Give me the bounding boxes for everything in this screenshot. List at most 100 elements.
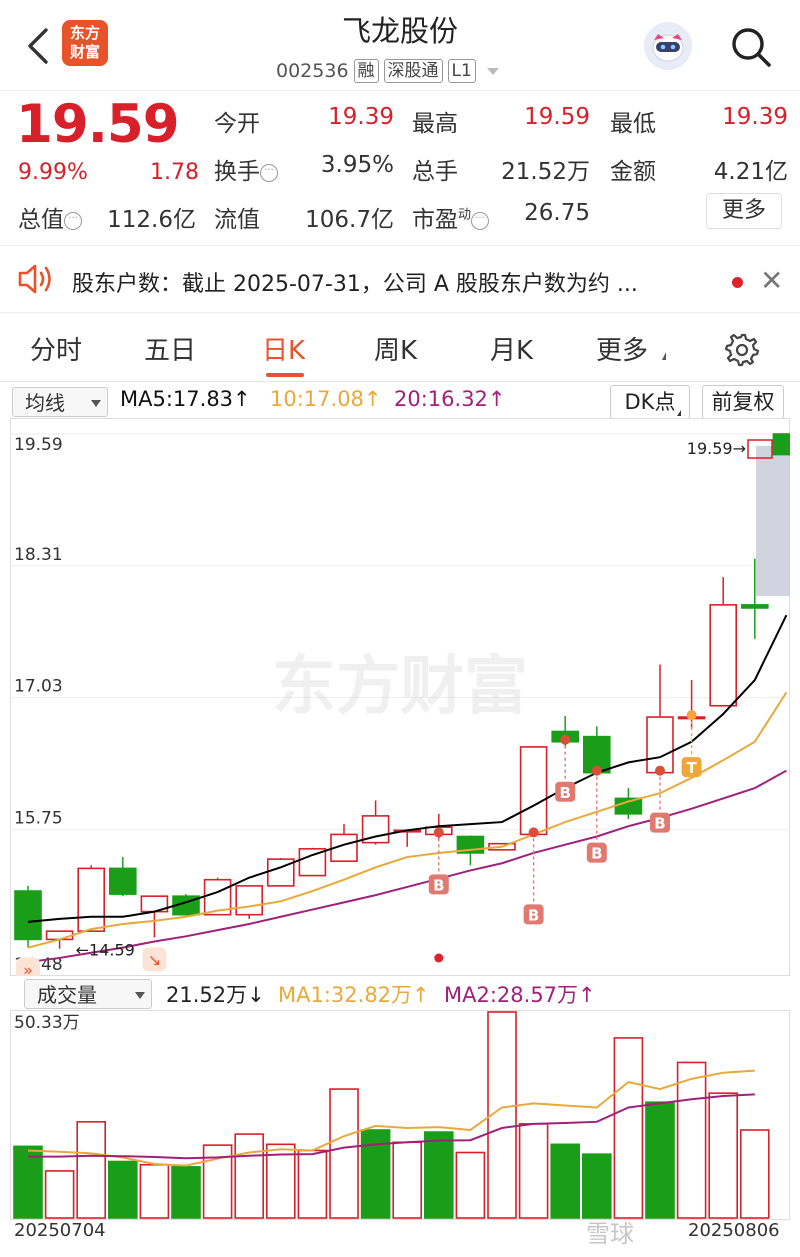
- eastmoney-logo: 东方 财富: [62, 20, 108, 66]
- search-icon[interactable]: [728, 24, 774, 70]
- notice-text[interactable]: 股东户数：截止 2025-07-31，公司 A 股股东户数为约 ...: [72, 266, 712, 298]
- signal-label: B: [528, 906, 539, 924]
- ma-legend-row: 均线 MA5:17.83↑ 10:17.08↑ 20:16.32↑ DK点 前复…: [0, 384, 800, 420]
- tag-level: L1: [447, 59, 476, 83]
- volume-label: 总手: [412, 159, 458, 185]
- pe-label[interactable]: 市盈动 ···: [412, 200, 490, 234]
- tab-weekly-k[interactable]: 周K: [374, 330, 417, 367]
- signal-label: T: [686, 759, 697, 777]
- unread-dot: [732, 277, 743, 288]
- volume-bar: [139, 1163, 170, 1219]
- volume-bar: [550, 1143, 581, 1219]
- signal-dot: [528, 827, 539, 838]
- float-cap-label: 流值: [214, 207, 260, 233]
- high-price-marker: 19.59→: [687, 439, 746, 458]
- volume-bar: [423, 1131, 454, 1219]
- close-icon[interactable]: ✕: [760, 264, 783, 297]
- volume-bar: [739, 1129, 770, 1219]
- volume-select-label: 成交量: [37, 983, 97, 1007]
- active-tab-indicator: [266, 373, 304, 377]
- ma10-legend: 10:17.08↑: [270, 387, 382, 411]
- stock-code-row[interactable]: 002536 融 深股通 L1: [276, 58, 499, 84]
- candle-body: [646, 716, 674, 774]
- volume-bar: [581, 1153, 612, 1219]
- tag-margin: 融: [353, 59, 379, 83]
- open-label: 今开: [214, 111, 260, 137]
- change-percent: 9.99%: [18, 160, 88, 185]
- info-icon[interactable]: ···: [471, 212, 490, 230]
- logo-text-line1: 东方: [69, 24, 100, 42]
- tab-intraday[interactable]: 分时: [30, 330, 82, 367]
- amount-label: 金额: [610, 159, 656, 185]
- info-icon[interactable]: ···: [64, 212, 82, 230]
- market-cap-label[interactable]: 总值 ···: [18, 200, 82, 234]
- volume-bar: [613, 1037, 644, 1219]
- change-amount: 1.78: [150, 160, 199, 185]
- signal-dot: [560, 734, 571, 745]
- volume-bar: [708, 1092, 739, 1219]
- volume-value: 21.52万: [501, 159, 590, 185]
- info-icon[interactable]: ···: [260, 164, 278, 182]
- end-date: 20250806: [688, 1220, 780, 1241]
- eastmoney-watermark: 东方财富: [272, 650, 528, 724]
- signal-label: B: [654, 815, 665, 833]
- robot-assistant-icon[interactable]: [644, 22, 692, 70]
- signal-dot: [591, 765, 602, 776]
- notice-bar[interactable]: 股东户数：截止 2025-07-31，公司 A 股股东户数为约 ... ✕: [0, 245, 800, 313]
- forward-adjust-button[interactable]: 前复权: [702, 385, 784, 419]
- period-tabs: 分时 五日 日K 周K 月K 更多: [0, 318, 800, 380]
- gear-icon[interactable]: [724, 331, 760, 367]
- candle-body: [519, 746, 548, 836]
- back-arrow-icon[interactable]: [20, 24, 60, 68]
- volume-bar: [44, 1170, 75, 1219]
- signal-label: B: [433, 876, 444, 894]
- volume-bar: [108, 1160, 138, 1219]
- amount-value: 4.21亿: [713, 159, 788, 185]
- header: 东方 财富 飞龙股份 002536 融 深股通 L1: [0, 0, 800, 90]
- tab-more[interactable]: 更多: [596, 330, 648, 367]
- xueqiu-watermark: 雪球: [586, 1220, 634, 1248]
- candle-body: [45, 930, 74, 941]
- candle-body: [709, 604, 738, 707]
- open-value: 19.39: [328, 104, 394, 130]
- float-cap-value: 106.7亿: [305, 207, 394, 233]
- tab-daily-k[interactable]: 日K: [262, 330, 305, 367]
- turnover-label[interactable]: 换手 ···: [214, 152, 278, 186]
- volume-chart[interactable]: 50.33万: [10, 1010, 790, 1220]
- tag-connect: 深股通: [383, 59, 443, 83]
- tab-five-day[interactable]: 五日: [144, 330, 196, 367]
- candle-body: [77, 867, 105, 932]
- price-axis-label: 15.75: [14, 808, 63, 828]
- candle-body: [14, 890, 42, 941]
- high-label: 最高: [412, 111, 458, 137]
- volume-bar: [392, 1141, 423, 1219]
- kline-chart[interactable]: 东方财富19.5918.3117.0315.7514.48»↘BBBBBT19.…: [10, 418, 790, 976]
- indicator-select-label: 均线: [25, 391, 65, 415]
- chevron-down-icon[interactable]: [486, 67, 499, 75]
- signal-dot: [686, 710, 697, 721]
- candle-body: [235, 885, 263, 916]
- volume-axis-label: 50.33万: [14, 1013, 80, 1033]
- more-button[interactable]: 更多: [706, 193, 782, 229]
- price-axis-label: 17.03: [14, 677, 63, 697]
- candle-body: [772, 433, 790, 456]
- volume-bar: [297, 1149, 328, 1219]
- volume-indicator-select[interactable]: 成交量: [24, 979, 152, 1009]
- candle-body: [109, 867, 137, 895]
- volume-bar: [171, 1166, 201, 1219]
- last-price: 19.59: [16, 94, 180, 155]
- turnover-value: 3.95%: [320, 152, 394, 178]
- volume-ma1-legend: MA1:32.82万↑: [278, 983, 430, 1007]
- volume-bar: [234, 1133, 264, 1219]
- limit-band: [756, 446, 790, 596]
- divider: [0, 381, 800, 382]
- signal-label: »: [23, 961, 33, 976]
- pe-superscript: 动: [458, 207, 472, 223]
- tab-monthly-k[interactable]: 月K: [490, 330, 533, 367]
- signal-dot: [433, 827, 444, 838]
- low-value: 19.39: [722, 104, 788, 130]
- indicator-select[interactable]: 均线: [12, 387, 108, 417]
- caret-icon: [677, 410, 681, 416]
- high-value: 19.59: [524, 104, 590, 130]
- volume-value: 21.52万↓: [166, 983, 265, 1007]
